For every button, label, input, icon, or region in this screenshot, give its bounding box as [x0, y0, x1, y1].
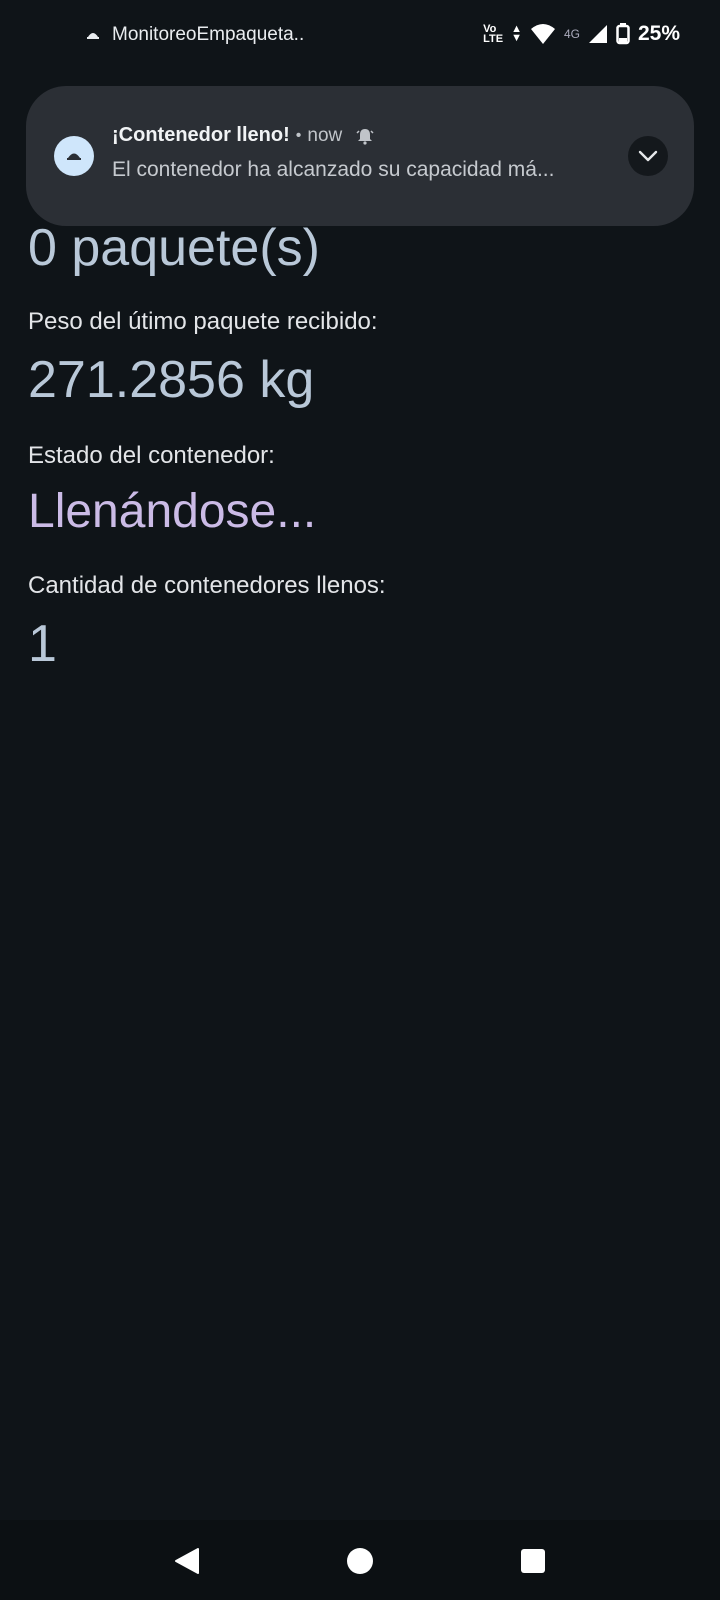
notification-header: ¡Contenedor lleno! • now [112, 124, 374, 147]
status-right: Vo LTE ▲ ▼ 4G 25% [483, 22, 680, 46]
recents-button[interactable] [518, 1546, 548, 1576]
battery-percentage: 25% [637, 22, 680, 45]
battery-icon [616, 23, 630, 45]
notification-expand-button[interactable] [628, 136, 668, 176]
notification-title: ¡Contenedor lleno! [112, 124, 290, 146]
notification-separator: • [295, 126, 302, 144]
status-app-name: MonitoreoEmpaqueta.. [112, 24, 305, 45]
back-triangle-icon [175, 1548, 199, 1574]
app-logo-icon [87, 33, 99, 39]
last-weight-label: Peso del útimo paquete recibido: [28, 308, 378, 335]
bell-icon [356, 128, 374, 145]
network-type: 4G [563, 27, 580, 41]
screen: MonitoreoEmpaqueta.. Vo LTE ▲ ▼ 4G 25% 0… [0, 0, 720, 1600]
status-bar: MonitoreoEmpaqueta.. Vo LTE ▲ ▼ 4G 25% [0, 0, 720, 74]
last-weight-value: 271.2856 kg [28, 351, 315, 409]
full-containers-label: Cantidad de contenedores llenos: [28, 572, 386, 599]
data-arrows-icon: ▲ ▼ [511, 23, 522, 44]
chevron-down-icon [638, 150, 658, 162]
signal-icon [588, 25, 607, 43]
status-left: MonitoreoEmpaqueta.. [86, 24, 304, 46]
full-containers-value: 1 [28, 615, 57, 673]
app-logo-icon [67, 153, 81, 160]
back-button[interactable] [172, 1546, 202, 1576]
wifi-icon [530, 24, 555, 44]
notification-app-icon [54, 136, 94, 176]
recents-square-icon [521, 1549, 545, 1573]
volte-bottom: LTE [483, 33, 504, 45]
home-circle-icon [347, 1548, 373, 1574]
container-status-value: Llenándose... [28, 485, 317, 538]
package-count: 0 paquete(s) [28, 219, 320, 277]
notification-body: El contenedor ha alcanzado su capacidad … [112, 158, 555, 181]
volte-indicator: Vo LTE [483, 24, 504, 45]
container-status-label: Estado del contenedor: [28, 442, 275, 469]
home-button[interactable] [345, 1546, 375, 1576]
notification-time: now [307, 124, 343, 146]
navigation-bar [0, 1520, 720, 1600]
notification-card[interactable]: ¡Contenedor lleno! • now El contenedor h… [26, 86, 694, 226]
